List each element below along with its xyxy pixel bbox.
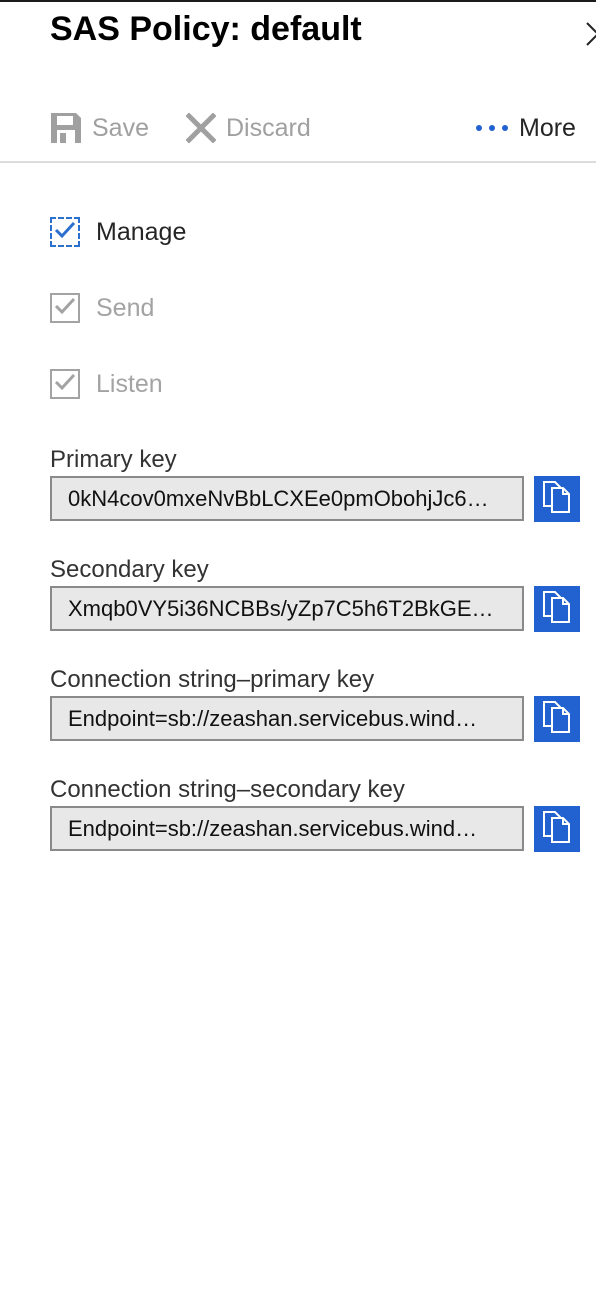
close-icon[interactable] (584, 20, 596, 46)
connection-string-primary-field[interactable]: Endpoint=sb://zeashan.servicebus.wind… (50, 696, 524, 741)
checkmark-icon (54, 296, 76, 321)
checkmark-icon (54, 372, 76, 397)
page-title: SAS Policy: default (50, 10, 362, 48)
more-button[interactable]: More (475, 110, 576, 146)
connection-string-secondary-field[interactable]: Endpoint=sb://zeashan.servicebus.wind… (50, 806, 524, 851)
toolbar-divider (0, 161, 596, 163)
copy-icon (542, 480, 572, 519)
checkbox-box[interactable] (50, 293, 80, 323)
connection-string-secondary-label: Connection string–secondary key (50, 776, 405, 803)
more-label: More (519, 113, 576, 142)
connection-string-primary-label: Connection string–primary key (50, 666, 375, 693)
copy-primary-key-button[interactable] (534, 476, 580, 522)
window-top-border (0, 0, 596, 2)
listen-checkbox[interactable]: Listen (50, 367, 163, 401)
send-checkbox[interactable]: Send (50, 291, 154, 325)
manage-label: Manage (96, 217, 187, 246)
copy-secondary-key-button[interactable] (534, 586, 580, 632)
copy-icon (542, 590, 572, 629)
discard-label: Discard (226, 113, 311, 142)
copy-connection-string-secondary-button[interactable] (534, 806, 580, 852)
copy-icon (542, 700, 572, 739)
listen-label: Listen (96, 369, 163, 398)
discard-icon (186, 113, 216, 143)
secondary-key-label: Secondary key (50, 556, 209, 583)
save-label: Save (92, 113, 149, 142)
copy-connection-string-primary-button[interactable] (534, 696, 580, 742)
primary-key-label: Primary key (50, 446, 177, 473)
copy-icon (542, 810, 572, 849)
checkbox-box[interactable] (50, 217, 80, 247)
manage-checkbox[interactable]: Manage (50, 215, 186, 249)
save-button[interactable]: Save (50, 110, 149, 146)
save-icon (50, 112, 82, 144)
secondary-key-field[interactable]: Xmqb0VY5i36NCBBs/yZp7C5h6T2BkGE… (50, 586, 524, 631)
discard-button[interactable]: Discard (186, 110, 311, 146)
ellipsis-icon (475, 123, 509, 133)
command-bar: Save Discard More (0, 98, 596, 162)
primary-key-field[interactable]: 0kN4cov0mxeNvBbLCXEe0pmObohjJc6… (50, 476, 524, 521)
checkmark-icon (54, 220, 76, 245)
checkbox-box[interactable] (50, 369, 80, 399)
send-label: Send (96, 293, 155, 322)
